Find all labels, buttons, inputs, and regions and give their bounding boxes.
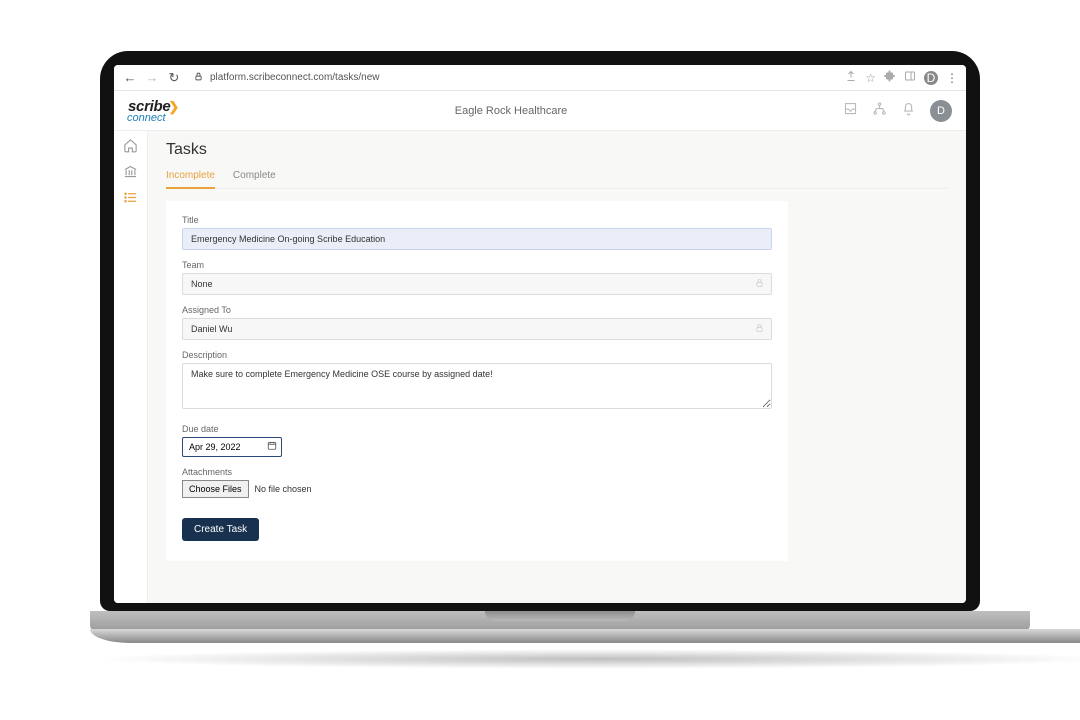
- page-title: Tasks: [166, 141, 948, 159]
- laptop-frame: ← → ↻ platform.scribeconnect.com/tasks/n…: [100, 51, 980, 611]
- file-status-text: No file chosen: [255, 484, 312, 494]
- laptop-hinge: [90, 611, 1030, 631]
- org-name: Eagle Rock Healthcare: [179, 105, 843, 117]
- nav-home-icon[interactable]: [123, 137, 139, 153]
- browser-toolbar: ← → ↻ platform.scribeconnect.com/tasks/n…: [114, 65, 966, 91]
- assigned-to-select[interactable]: [182, 318, 772, 340]
- avatar[interactable]: D: [930, 100, 952, 122]
- page-header: Tasks Incomplete Complete: [148, 131, 966, 189]
- forward-icon[interactable]: →: [144, 70, 160, 86]
- share-icon[interactable]: [845, 70, 857, 85]
- lock-icon: [755, 324, 764, 335]
- title-input[interactable]: [182, 228, 772, 250]
- panel-icon[interactable]: [904, 70, 916, 85]
- description-textarea[interactable]: [182, 363, 772, 409]
- main-content: Tasks Incomplete Complete Title Team: [148, 131, 966, 603]
- title-label: Title: [182, 215, 772, 225]
- laptop-base: [90, 629, 1080, 643]
- team-label: Team: [182, 260, 772, 270]
- app-body: Tasks Incomplete Complete Title Team: [114, 131, 966, 603]
- extension-icon[interactable]: [884, 70, 896, 85]
- browser-menu-icon[interactable]: ⋮: [946, 72, 958, 84]
- tab-incomplete[interactable]: Incomplete: [166, 165, 215, 189]
- lock-icon: [755, 279, 764, 290]
- header-actions: D: [843, 100, 952, 122]
- address-bar-url[interactable]: platform.scribeconnect.com/tasks/new: [210, 72, 380, 83]
- logo[interactable]: scribe❯ connect: [128, 99, 179, 122]
- browser-actions: ☆ D ⋮: [845, 70, 958, 85]
- profile-badge[interactable]: D: [924, 71, 938, 85]
- description-label: Description: [182, 350, 772, 360]
- due-date-input[interactable]: [182, 437, 282, 457]
- team-select[interactable]: [182, 273, 772, 295]
- side-nav: [114, 131, 148, 603]
- tab-complete[interactable]: Complete: [233, 165, 276, 188]
- attachments-label: Attachments: [182, 467, 772, 477]
- nav-tasks-icon[interactable]: [123, 189, 139, 205]
- tabs: Incomplete Complete: [166, 165, 948, 189]
- inbox-icon[interactable]: [843, 101, 858, 121]
- reload-icon[interactable]: ↻: [166, 70, 182, 86]
- screen: ← → ↻ platform.scribeconnect.com/tasks/n…: [114, 65, 966, 603]
- bell-icon[interactable]: [901, 101, 916, 121]
- nav-bank-icon[interactable]: [123, 163, 139, 179]
- org-tree-icon[interactable]: [872, 101, 887, 121]
- back-icon[interactable]: ←: [122, 70, 138, 86]
- task-form: Title Team: [166, 201, 788, 561]
- star-icon[interactable]: ☆: [865, 71, 876, 85]
- laptop-shadow: [90, 649, 1080, 669]
- choose-files-button[interactable]: Choose Files: [182, 480, 249, 498]
- assigned-to-label: Assigned To: [182, 305, 772, 315]
- due-date-label: Due date: [182, 424, 772, 434]
- create-task-button[interactable]: Create Task: [182, 518, 259, 541]
- lock-icon: [194, 72, 203, 84]
- laptop-mockup: ← → ↻ platform.scribeconnect.com/tasks/n…: [90, 51, 990, 669]
- app-header: scribe❯ connect Eagle Rock Healthcare: [114, 91, 966, 131]
